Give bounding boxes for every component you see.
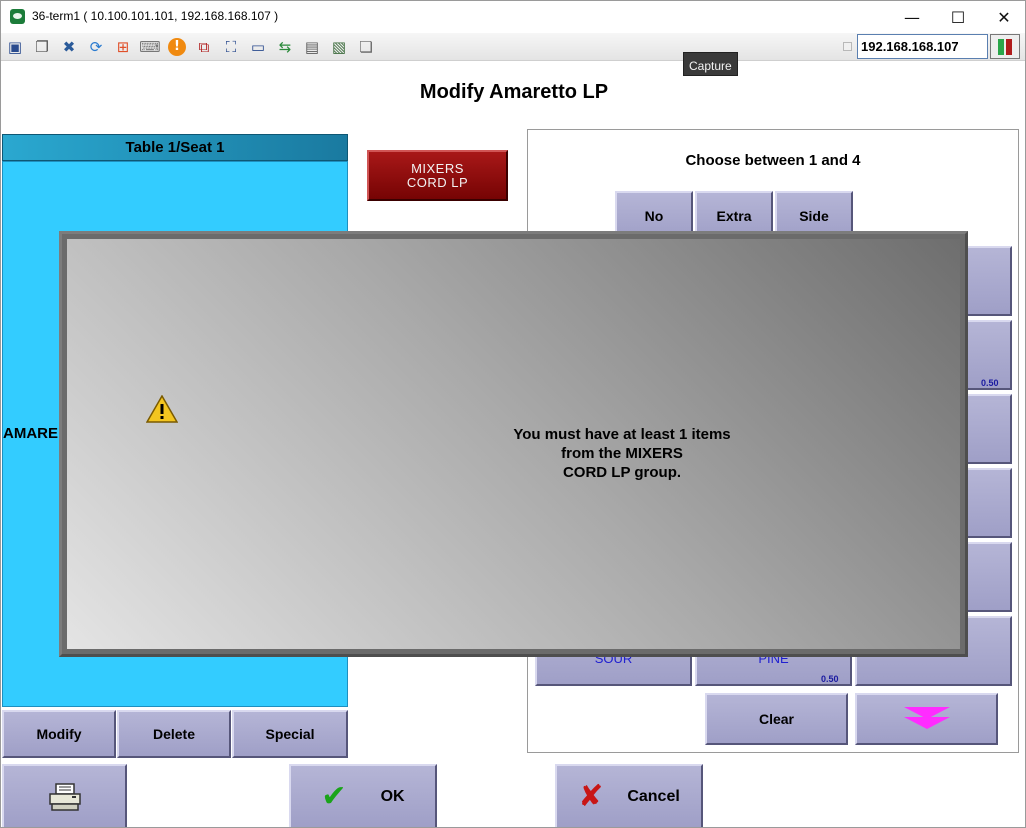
transfer-icon[interactable]: ⇆ (275, 37, 295, 57)
toolbar-checkbox[interactable] (843, 42, 852, 51)
chat-icon[interactable]: ❏ (356, 37, 376, 57)
clear-button[interactable]: Clear (705, 693, 848, 745)
alert-icon[interactable]: ! (167, 37, 187, 57)
cancel-x-icon: ✘ (578, 779, 604, 814)
group-label-line2: CORD LP (406, 174, 469, 190)
warning-message-line: You must have at least 1 items (513, 426, 731, 443)
fullscreen-icon[interactable]: ⛶ (221, 37, 241, 57)
terminal-window: 36-term1 ( 10.100.101.101, 192.168.168.1… (0, 0, 1026, 828)
cancel-label: Cancel (627, 787, 680, 805)
ok-button[interactable]: ✔ OK (289, 764, 437, 827)
terminal-status-icon[interactable] (990, 34, 1020, 59)
minimize-button[interactable]: — (889, 1, 935, 33)
window-title: 36-term1 ( 10.100.101.101, 192.168.168.1… (32, 9, 279, 23)
scroll-down-button[interactable] (855, 693, 998, 745)
maximize-button[interactable]: ☐ (935, 1, 981, 33)
warning-dialog[interactable]: You must have at least 1 items from the … (59, 231, 968, 657)
modify-button[interactable]: Modify (2, 710, 116, 758)
choose-prompt: Choose between 1 and 4 (685, 152, 861, 169)
warning-icon (146, 395, 178, 423)
ok-label: OK (380, 787, 405, 805)
modifier-item-price: 0.50 (821, 674, 839, 684)
display-icon[interactable]: ▭ (248, 37, 268, 57)
warning-message-line: from the MIXERS (561, 445, 683, 462)
special-button[interactable]: Special (232, 710, 348, 758)
group-label-line1: MIXERS (411, 160, 464, 176)
capture-tooltip: Capture (683, 52, 738, 76)
warning-dialog-body: You must have at least 1 items from the … (67, 239, 960, 649)
ip-address-field[interactable]: 192.168.168.107 (857, 34, 988, 59)
checkmark-icon: ✔ (321, 779, 347, 814)
notepad-icon[interactable]: ▤ (302, 37, 322, 57)
page-title: Modify Amaretto LP (419, 81, 609, 103)
cancel-button[interactable]: ✘ Cancel (555, 764, 703, 827)
app-eye-icon (10, 9, 25, 24)
keyboard-icon[interactable]: ⌨ (139, 37, 161, 57)
windows-logo-icon[interactable]: ⊞ (113, 37, 133, 57)
modifier-item-price: 0.50 (981, 378, 999, 388)
tools-icon[interactable]: ✖ (59, 37, 79, 57)
double-chevron-down-icon (903, 707, 950, 731)
warning-message: You must have at least 1 items from the … (457, 425, 787, 482)
warning-message-line: CORD LP group. (562, 464, 682, 481)
delete-button[interactable]: Delete (117, 710, 231, 758)
monitor-icon[interactable]: ▣ (5, 37, 25, 57)
seat-header: Table 1/Seat 1 (2, 134, 348, 161)
mixers-group-button[interactable]: MIXERS CORD LP (367, 150, 508, 201)
refresh-icon[interactable]: ⟳ (86, 37, 106, 57)
close-button[interactable]: ✕ (981, 1, 1025, 33)
order-item[interactable]: AMARE (3, 425, 58, 442)
capture-icon[interactable]: ▧ (329, 37, 349, 57)
network-icon[interactable]: ⧉ (194, 37, 214, 57)
printer-icon (48, 782, 81, 811)
windows-icon[interactable]: ❐ (32, 37, 52, 57)
title-bar: 36-term1 ( 10.100.101.101, 192.168.168.1… (1, 1, 1025, 33)
print-button[interactable] (2, 764, 127, 827)
